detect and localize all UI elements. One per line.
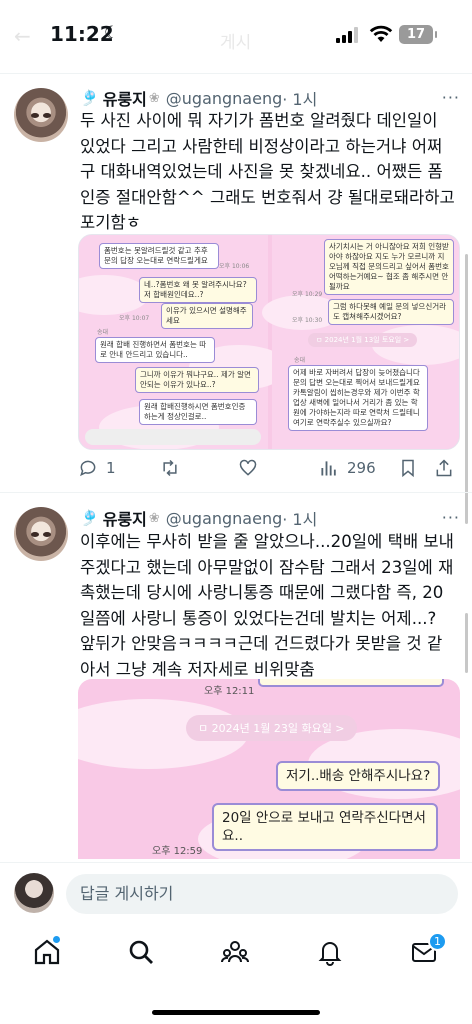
avatar[interactable]	[14, 507, 68, 561]
like-button[interactable]	[238, 458, 258, 478]
chat-time: 오후 10:06	[219, 263, 250, 270]
header-title: 게시	[220, 33, 252, 53]
post-text: 이후에는 무사히 받을 줄 알았으나...20일에 택배 보내주겠다고 했는데 …	[80, 532, 454, 679]
reply-input[interactable]: 답글 게시하기	[66, 874, 458, 914]
message-badge: 1	[428, 932, 447, 951]
chat-bubble	[258, 679, 444, 687]
status-bar: ← 11:22 ☾ 게시 17	[0, 0, 472, 72]
tab-search[interactable]	[127, 938, 157, 968]
chat-time: 오후 10:07	[119, 315, 150, 322]
post[interactable]: 🎐 유룽지 ❀ @ugangnaeng · 1시 ··· 두 사진 사이에 뭐 …	[0, 74, 472, 524]
more-options-icon[interactable]: ···	[442, 88, 460, 107]
chat-input	[85, 429, 261, 445]
bookmark-button[interactable]	[398, 458, 418, 478]
retweet-button[interactable]	[160, 458, 180, 478]
tab-bar: 1	[0, 926, 472, 1024]
name-suffix-emoji: ❀	[148, 510, 160, 526]
chat-sender: 송대	[294, 357, 306, 364]
date-chip: ㅁ 2024년 1월 13일 토요일 >	[308, 333, 418, 347]
date-chip: ㅁ 2024년 1월 23일 화요일 >	[186, 715, 357, 741]
post-actions: 1 296	[76, 458, 460, 482]
name-prefix-emoji: 🎐	[80, 509, 99, 527]
chat-bubble: 그니까 이유가 뭐냐구요.. 제가 알면 안되는 이유가 있나요..?	[135, 367, 259, 393]
reply-bar: 답글 게시하기	[0, 862, 472, 926]
post-header: 🎐 유룽지 ❀ @ugangnaeng · 1시	[80, 86, 317, 110]
tab-messages[interactable]: 1	[410, 932, 447, 968]
post-media[interactable]: 오후 12:11 ㅁ 2024년 1월 23일 화요일 > 저기..배송 안해주…	[78, 679, 460, 859]
post-time[interactable]: · 1시	[282, 506, 317, 530]
moon-icon: ☾	[104, 23, 120, 43]
more-options-icon[interactable]: ···	[442, 508, 460, 527]
chat-time: 오후 10:29	[292, 291, 323, 298]
reply-icon	[80, 460, 96, 477]
bell-icon	[318, 942, 342, 966]
media-image-left[interactable]: 폼번호는 못알려드릴것 같고 추후 문의 답장 오는대로 연락드릴게요 오후 1…	[79, 235, 289, 449]
heart-icon	[239, 459, 257, 476]
tab-notifications[interactable]	[316, 938, 346, 968]
reply-button[interactable]: 1	[78, 458, 116, 478]
user-handle[interactable]: @ugangnaeng	[166, 509, 282, 528]
chat-bubble: 원래 합배 진행하면서 폼번호는 따로 안내 안드리고 있습니다..	[95, 337, 215, 363]
chat-time: 오후 12:11	[204, 686, 255, 697]
retweet-icon	[163, 459, 177, 477]
share-icon	[436, 459, 452, 477]
avatar[interactable]	[14, 873, 54, 913]
chat-bubble: 어제 바로 자버려서 답장이 늦어졌습니다 문의 답변 오는대로 찍어서 보내드…	[288, 365, 428, 431]
analytics-icon	[321, 461, 336, 476]
reply-count: 1	[106, 459, 116, 477]
search-icon	[129, 940, 153, 964]
tab-communities[interactable]	[221, 938, 251, 968]
post-time[interactable]: · 1시	[282, 86, 317, 110]
view-count: 296	[347, 459, 376, 477]
display-name[interactable]: 유룽지	[103, 86, 147, 110]
views-button[interactable]: 296	[319, 458, 376, 478]
chat-bubble: 이유가 있으시면 설명해주세요	[161, 303, 253, 329]
chat-bubble: 저기..배송 안해주시나요?	[276, 761, 441, 791]
post-header: 🎐 유룽지 ❀ @ugangnaeng · 1시	[80, 506, 317, 530]
chat-sender: 송대	[97, 329, 109, 336]
communities-icon	[221, 941, 249, 963]
avatar[interactable]	[14, 88, 68, 142]
chat-bubble: 사기치시는 거 아니잖아요 저희 인형받아야 하잖아요 지도 누가 모르니까 지…	[324, 239, 454, 295]
battery-indicator: 17	[399, 25, 437, 44]
post-text: 두 사진 사이에 뭐 자기가 폼번호 알려줬다 데인일이 있었다 그리고 사람한…	[80, 111, 455, 232]
chat-bubble: 폼번호는 못알려드릴것 같고 추후 문의 답장 오는대로 연락드릴게요	[99, 243, 219, 269]
chat-bubble: 20일 안으로 보내고 연락주신다면서요..	[212, 803, 438, 851]
name-suffix-emoji: ❀	[148, 90, 160, 106]
display-name[interactable]: 유룽지	[103, 506, 147, 530]
home-indicator	[152, 1010, 320, 1015]
wifi-icon	[369, 25, 393, 42]
scrollbar[interactable]	[465, 254, 468, 524]
notification-dot	[53, 936, 60, 943]
share-button[interactable]	[434, 458, 454, 478]
name-prefix-emoji: 🎐	[80, 89, 99, 107]
bookmark-icon	[402, 459, 414, 478]
scrollbar[interactable]	[465, 613, 468, 673]
chat-bubble: 그럼 하다못해 예일 문의 넣으신거라도 캡쳐해주시겠어요?	[328, 299, 454, 325]
tab-home[interactable]	[33, 936, 63, 968]
signal-icon	[336, 27, 362, 43]
back-arrow-icon[interactable]: ←	[14, 24, 31, 48]
chat-time: 오후 10:30	[292, 317, 323, 324]
media-image-right[interactable]: 사기치시는 거 아니잖아요 저희 인형받아야 하잖아요 지도 누가 모르니까 지…	[262, 235, 459, 449]
chat-bubble: 네..?폼번호 왜 못 알려주시나요? 저 합배원인데요..?	[139, 277, 257, 303]
chat-bubble: 원래 합배진행하시면 폼번호인증하는게 정상인걸로..	[139, 399, 257, 425]
user-handle[interactable]: @ugangnaeng	[166, 89, 282, 108]
post-media[interactable]: 폼번호는 못알려드릴것 같고 추후 문의 답장 오는대로 연락드릴게요 오후 1…	[78, 234, 460, 450]
chat-time: 오후 12:59	[152, 846, 203, 857]
